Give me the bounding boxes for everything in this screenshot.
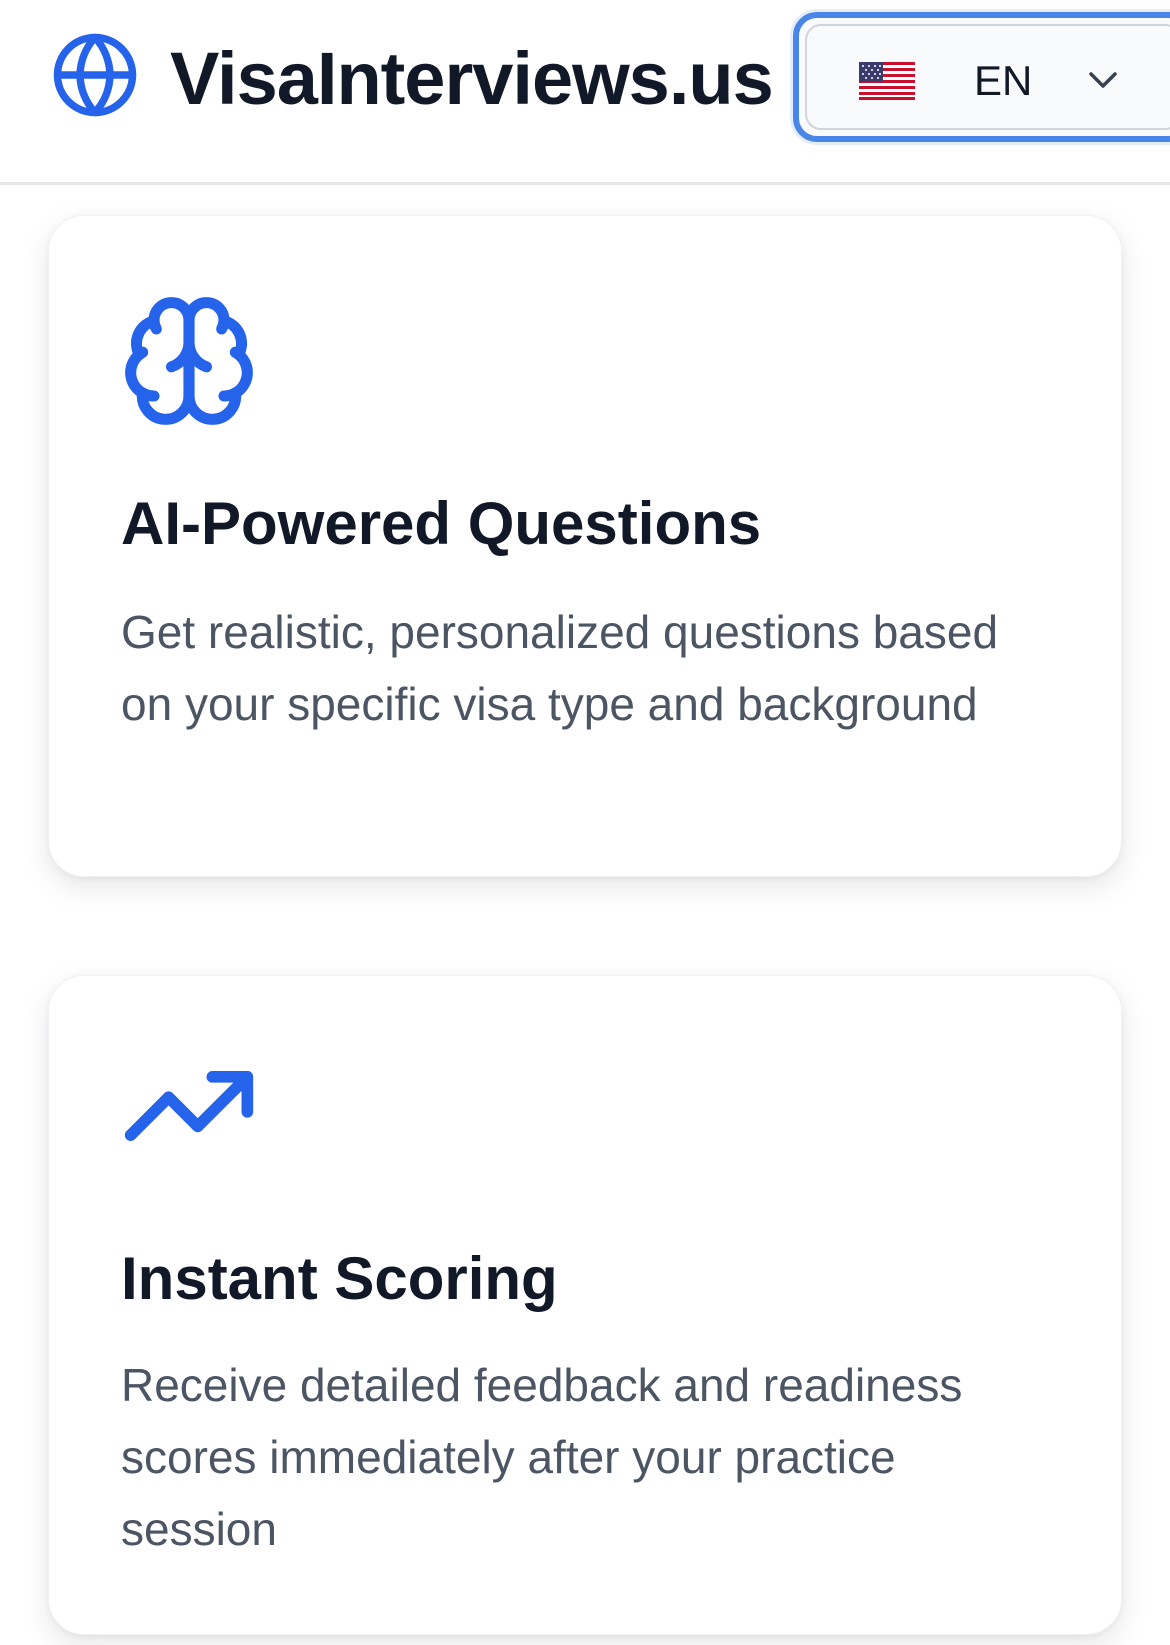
language-selector[interactable]: EN — [793, 12, 1170, 142]
feature-card: Instant Scoring Receive detailed feedbac… — [48, 975, 1122, 1635]
feature-description: Receive detailed feedback and readiness … — [121, 1359, 963, 1555]
brand-name[interactable]: VisaInterviews.us — [170, 34, 774, 124]
feature-title: AI-Powered Questions — [121, 490, 762, 557]
feature-title: Instant Scoring — [121, 1245, 558, 1312]
site-header: VisaInterviews.us EN — [0, 0, 1170, 185]
chevron-down-icon — [1089, 72, 1117, 88]
feature-card: AI-Powered Questions Get realistic, pers… — [48, 215, 1122, 877]
brain-icon — [125, 297, 253, 425]
us-flag-icon — [859, 62, 915, 100]
globe-icon[interactable] — [50, 30, 140, 120]
language-code: EN — [974, 57, 1033, 104]
trending-up-icon — [124, 1071, 254, 1141]
feature-description: Get realistic, personalized questions ba… — [121, 606, 999, 730]
